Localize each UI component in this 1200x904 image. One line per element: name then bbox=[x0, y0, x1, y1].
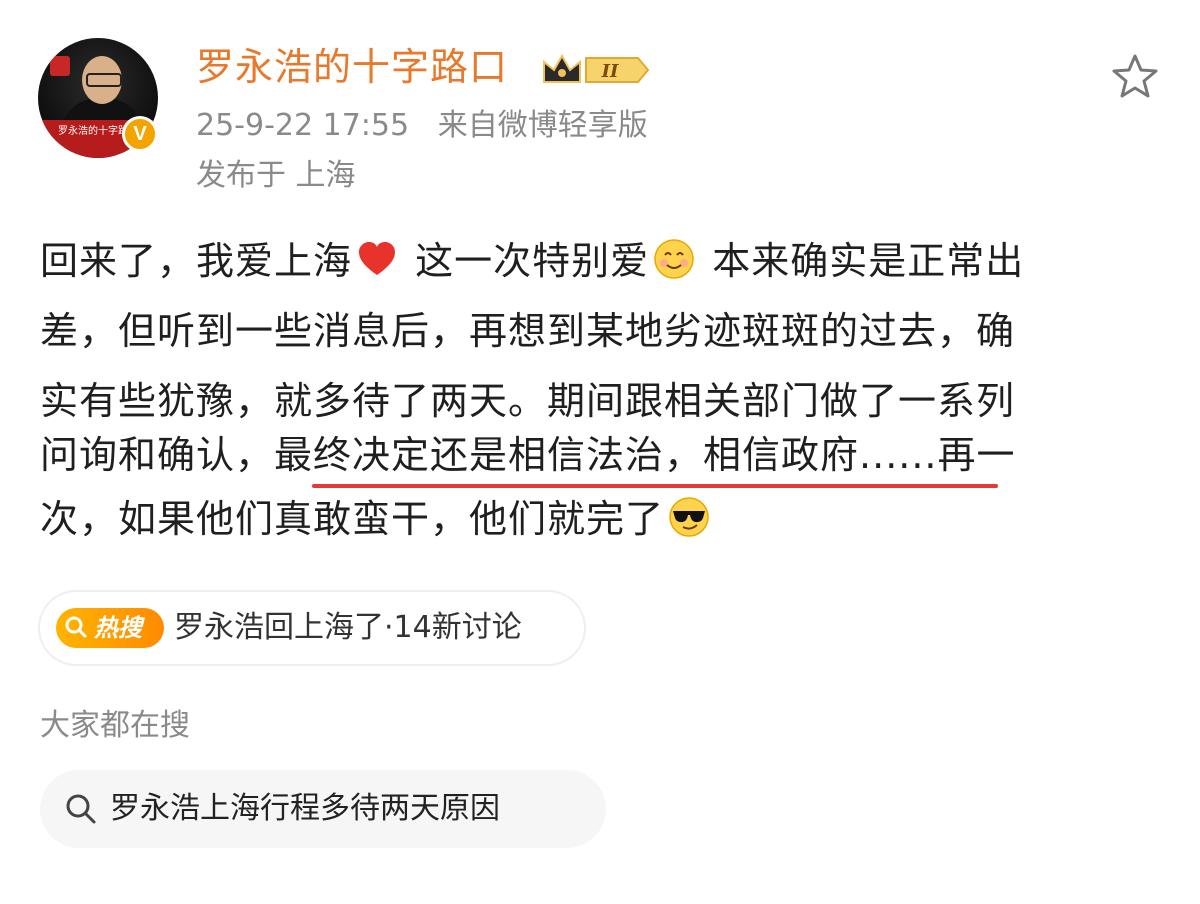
hot-search-link[interactable]: 热搜 罗永浩回上海了·14新讨论 bbox=[40, 592, 584, 664]
post-text-segment: 本来确实是正常出 bbox=[699, 239, 1025, 283]
search-icon bbox=[66, 794, 96, 824]
hot-search-text: 罗永浩回上海了·14新讨论 bbox=[174, 610, 522, 645]
post-text-segment: 回来了，我爱上海 bbox=[40, 239, 353, 283]
search-suggestion-text: 罗永浩上海行程多待两天原因 bbox=[110, 791, 500, 826]
post-source: 来自微博轻享版 bbox=[437, 108, 648, 143]
post-text-line-5: 次，如果他们真敢蛮干，他们就完了 bbox=[40, 484, 714, 554]
post-text-segment: ......再一 bbox=[859, 433, 1016, 477]
hot-search-tag-label: 热搜 bbox=[94, 614, 142, 642]
post-text-line-4: 问询和确认，最终决定还是相信法治，相信政府......再一 bbox=[40, 420, 1016, 490]
avatar-glasses bbox=[86, 73, 122, 87]
post-text-line-2: 差，但听到一些消息后，再想到某地劣迹斑斑的过去，确 bbox=[40, 309, 1016, 353]
verified-badge-icon: V bbox=[122, 116, 158, 152]
post-text-segment: 次，如果他们真敢蛮干，他们就完了 bbox=[40, 497, 665, 541]
post-location: 发布于 上海 bbox=[196, 158, 356, 193]
post-text-segment: 问询和确认， bbox=[40, 433, 275, 477]
search-icon bbox=[65, 616, 87, 638]
smile-emoji-icon bbox=[654, 239, 694, 279]
avatar-logo-mark bbox=[50, 56, 70, 76]
everyone-search-label: 大家都在搜 bbox=[40, 708, 190, 743]
search-suggestion-item[interactable]: 罗永浩上海行程多待两天原因 bbox=[40, 770, 606, 848]
heart-emoji-icon bbox=[359, 242, 396, 275]
username-link[interactable]: 罗永浩的十字路口 bbox=[196, 42, 508, 92]
hot-search-tag: 热搜 bbox=[56, 608, 164, 648]
sunglasses-emoji-icon bbox=[669, 497, 709, 537]
highlighted-text: 最终决定还是相信法治，相信政府 bbox=[274, 433, 860, 477]
post-meta: 25-9-22 17:55 来自微博轻享版 bbox=[196, 106, 648, 146]
post-text-line-1: 回来了，我爱上海 这一次特别爱 本来确实是正常出 bbox=[40, 226, 1024, 296]
post-timestamp: 25-9-22 17:55 bbox=[196, 108, 410, 143]
favorite-star-icon[interactable] bbox=[1110, 52, 1160, 102]
level-badge-text: II bbox=[601, 61, 619, 82]
post-text-segment: 这一次特别爱 bbox=[402, 239, 650, 283]
membership-crown-badge-icon[interactable]: II bbox=[540, 50, 650, 90]
